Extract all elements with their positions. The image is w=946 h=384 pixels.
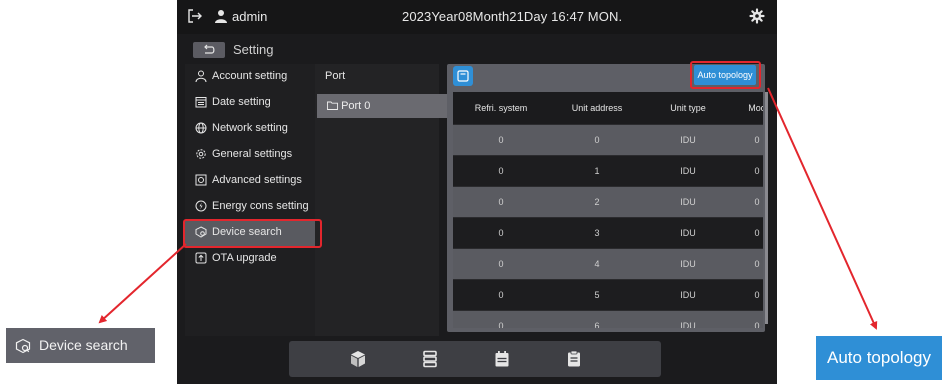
device-search-callout: Device search xyxy=(6,328,155,363)
device-search-callout-label: Device search xyxy=(39,337,128,353)
arrow-auto-topology xyxy=(767,87,878,330)
auto-topology-callout: Auto topology xyxy=(816,336,942,380)
annotation-arrows xyxy=(98,87,878,330)
device-search-icon xyxy=(15,338,31,354)
arrow-device-search xyxy=(98,243,187,324)
